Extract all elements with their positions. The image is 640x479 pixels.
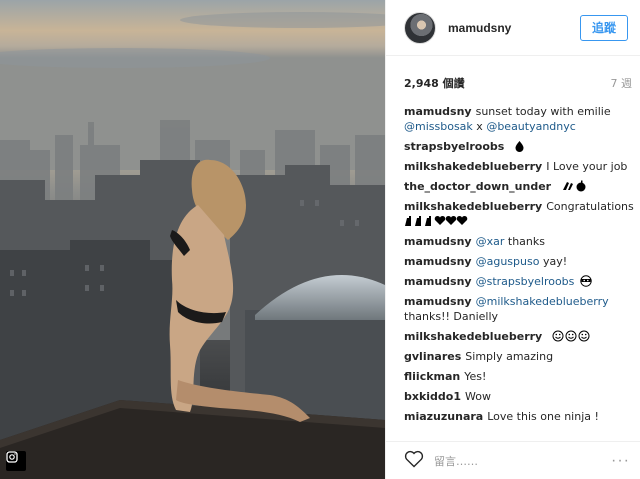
comment-username[interactable]: gvlinares	[404, 350, 461, 363]
comment-text: Simply amazing	[465, 350, 554, 363]
avatar[interactable]	[404, 11, 436, 44]
header-username[interactable]: mamudsny	[448, 21, 580, 35]
comment-item: bxkiddo1 Wow	[404, 389, 630, 404]
comment-username[interactable]: milkshakedeblueberry	[404, 330, 542, 343]
comment-item: mamudsny @aguspuso yay!	[404, 254, 630, 269]
smiley-faces-emoji-icon	[552, 330, 590, 342]
caption-separator: x	[472, 120, 487, 133]
comment-text: thanks!! Danielly	[404, 310, 499, 323]
caption-mention[interactable]: @beautyandnyc	[486, 120, 576, 133]
comment-username[interactable]: miazuzunara	[404, 410, 483, 423]
more-options-icon[interactable]: ···	[611, 452, 630, 470]
rooftop-photo-illustration	[0, 0, 385, 479]
post-meta: 2,948 個讚 7 週	[386, 63, 640, 103]
post-footer: 留言…… ···	[386, 441, 640, 479]
comment-item: mamudsny @milkshakedeblueberry thanks!! D…	[404, 294, 630, 324]
comment-item: mamudsny @xar thanks	[404, 234, 630, 249]
comment-mention[interactable]: @xar	[476, 235, 505, 248]
comment-username[interactable]: milkshakedeblueberry	[404, 200, 542, 213]
comment-mention[interactable]: @milkshakedeblueberry	[476, 295, 609, 308]
caption-username[interactable]: mamudsny	[404, 105, 472, 118]
comments-list: mamudsny sunset today with emilie @missbo…	[386, 104, 640, 424]
comment-item: milkshakedeblueberry I Love your job	[404, 159, 630, 174]
caption: mamudsny sunset today with emilie @missbo…	[404, 104, 630, 134]
comment-username[interactable]: mamudsny	[404, 275, 472, 288]
water-drop-emoji-icon	[515, 141, 524, 152]
comment-username[interactable]: milkshakedeblueberry	[404, 160, 542, 173]
comment-username[interactable]: bxkiddo1	[404, 390, 461, 403]
comment-text: Love this one ninja !	[487, 410, 599, 423]
comment-text: Yes!	[464, 370, 487, 383]
hands-hearts-emoji-icon	[405, 215, 468, 226]
comment-username[interactable]: mamudsny	[404, 295, 472, 308]
follow-button[interactable]: 追蹤	[580, 14, 628, 41]
comment-item: milkshakedeblueberry	[404, 329, 630, 344]
comment-item: the_doctor_down_under	[404, 179, 630, 194]
comment-username[interactable]: the_doctor_down_under	[404, 180, 551, 193]
comment-item: miazuzunara Love this one ninja !	[404, 409, 630, 424]
comment-username[interactable]: mamudsny	[404, 255, 472, 268]
comment-username[interactable]: strapsbyelroobs	[404, 140, 504, 153]
clap-bomb-emoji-icon	[562, 180, 586, 192]
instagram-glyph-icon[interactable]	[6, 451, 26, 471]
likes-count[interactable]: 2,948 個讚	[404, 75, 465, 91]
comment-text: I Love your job	[546, 160, 628, 173]
comment-item: mamudsny @strapsbyelroobs	[404, 274, 630, 289]
comment-text: Wow	[465, 390, 491, 403]
comment-item: strapsbyelroobs	[404, 139, 630, 154]
ninja-emoji-icon	[580, 275, 592, 287]
post-side-panel: mamudsny 追蹤 2,948 個讚 7 週 mamudsny sunset …	[385, 0, 640, 479]
comment-item: fliickman Yes!	[404, 369, 630, 384]
comment-mention[interactable]: @strapsbyelroobs	[476, 275, 575, 288]
caption-mention[interactable]: @missbosak	[404, 120, 473, 133]
comment-username[interactable]: fliickman	[404, 370, 460, 383]
caption-text: sunset today with emilie	[475, 105, 611, 118]
comment-mention[interactable]: @aguspuso	[476, 255, 540, 268]
post-age[interactable]: 7 週	[611, 75, 633, 91]
post-header: mamudsny 追蹤	[386, 0, 640, 56]
comment-input[interactable]: 留言……	[434, 453, 611, 469]
comment-username[interactable]: mamudsny	[404, 235, 472, 248]
comment-text: thanks	[507, 235, 545, 248]
comment-text: Congratulations	[546, 200, 634, 213]
comment-item: gvlinares Simply amazing	[404, 349, 630, 364]
post-photo[interactable]	[0, 0, 385, 479]
instagram-post: mamudsny 追蹤 2,948 個讚 7 週 mamudsny sunset …	[0, 0, 640, 479]
heart-outline-icon[interactable]	[404, 450, 424, 471]
comment-text: yay!	[542, 255, 568, 268]
comment-item: milkshakedeblueberry Congratulations	[404, 199, 634, 229]
